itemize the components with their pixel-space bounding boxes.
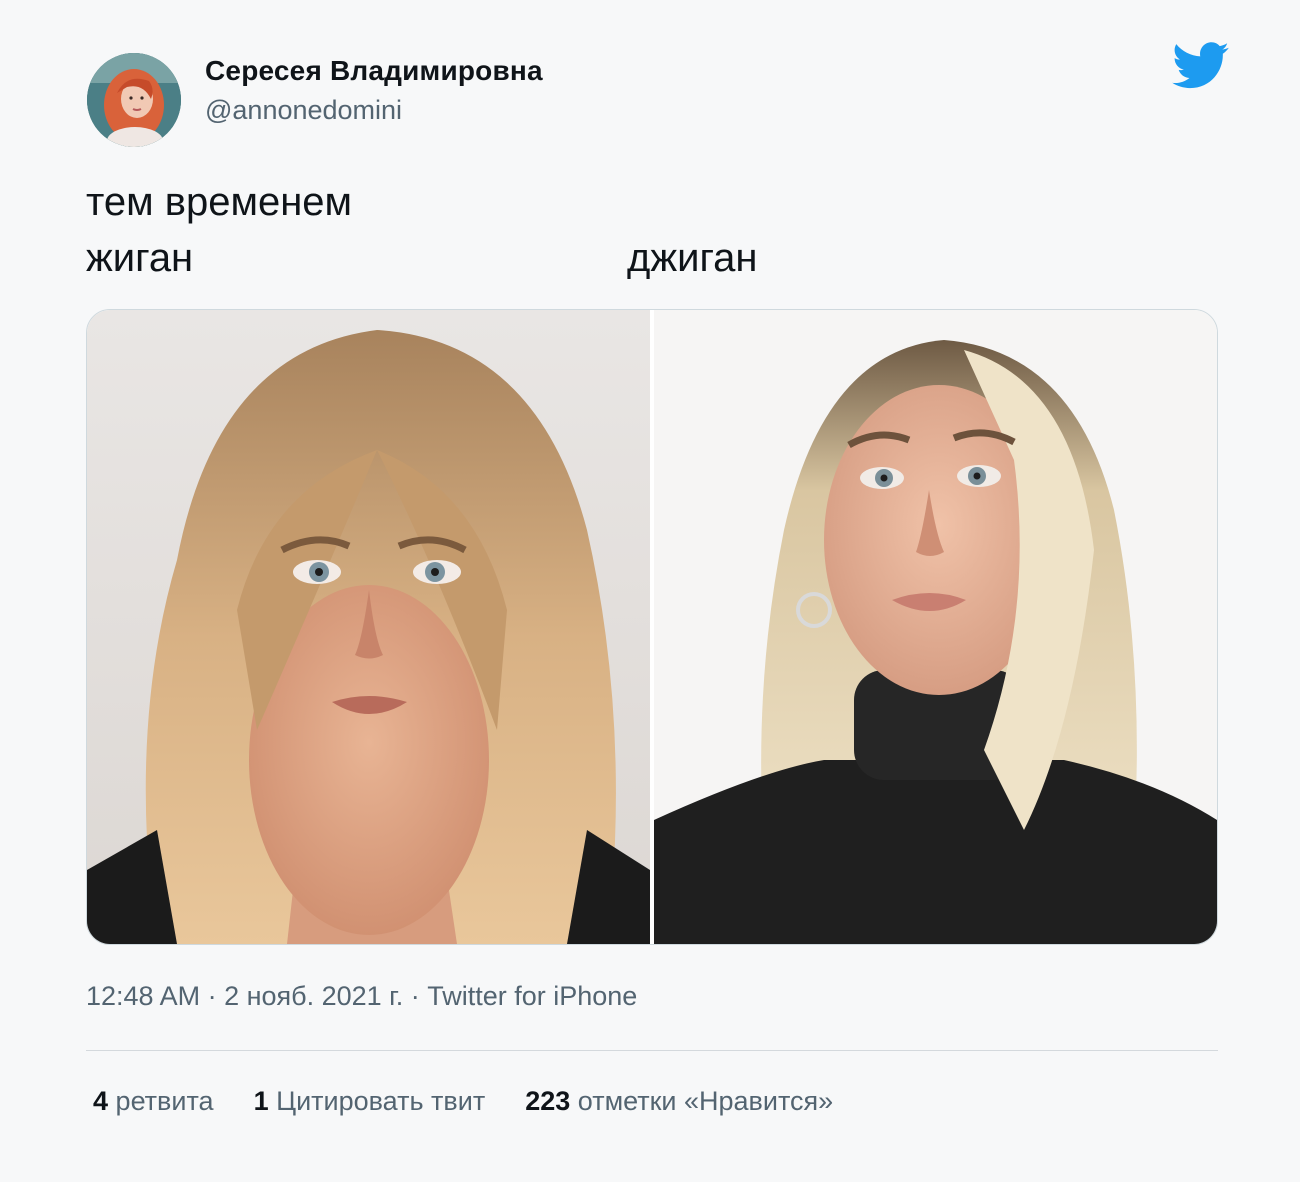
twitter-bird-icon[interactable] [1172, 42, 1230, 90]
stat-quotes[interactable]: 1 Цитировать твит [254, 1086, 486, 1117]
stat-quotes-count: 1 [253, 1086, 269, 1116]
media-photo-right[interactable] [654, 310, 1217, 944]
tweet-card: Сересея Владимировна @annonedomini тем в… [0, 0, 1300, 1182]
tweet-text-label-right: джиган [627, 236, 758, 280]
portrait-photo-left [87, 310, 650, 944]
author-display-name[interactable]: Сересея Владимировна [205, 55, 543, 87]
tweet-text-line-1: тем временем [86, 180, 353, 224]
stat-quotes-label: Цитировать твит [276, 1086, 486, 1116]
stat-likes[interactable]: 223 отметки «Нравится» [525, 1086, 833, 1117]
portrait-photo-right [654, 310, 1217, 944]
avatar[interactable] [87, 53, 181, 147]
stat-retweets-label: ретвита [115, 1086, 214, 1116]
avatar-image [87, 53, 181, 147]
divider [86, 1050, 1218, 1051]
media-grid [86, 309, 1218, 945]
stat-retweets-count: 4 [93, 1086, 109, 1116]
stat-likes-count: 223 [525, 1086, 571, 1116]
stat-likes-label: отметки «Нравится» [577, 1086, 834, 1116]
author-handle[interactable]: @annonedomini [205, 95, 402, 126]
media-photo-left[interactable] [87, 310, 650, 944]
stat-retweets[interactable]: 4 ретвита [93, 1086, 214, 1117]
tweet-stats: 4 ретвита 1 Цитировать твит 223 отметки … [93, 1086, 833, 1117]
tweet-text-label-left: жиган [86, 236, 194, 280]
tweet-meta[interactable]: 12:48 AM · 2 нояб. 2021 г. · Twitter for… [86, 981, 637, 1012]
